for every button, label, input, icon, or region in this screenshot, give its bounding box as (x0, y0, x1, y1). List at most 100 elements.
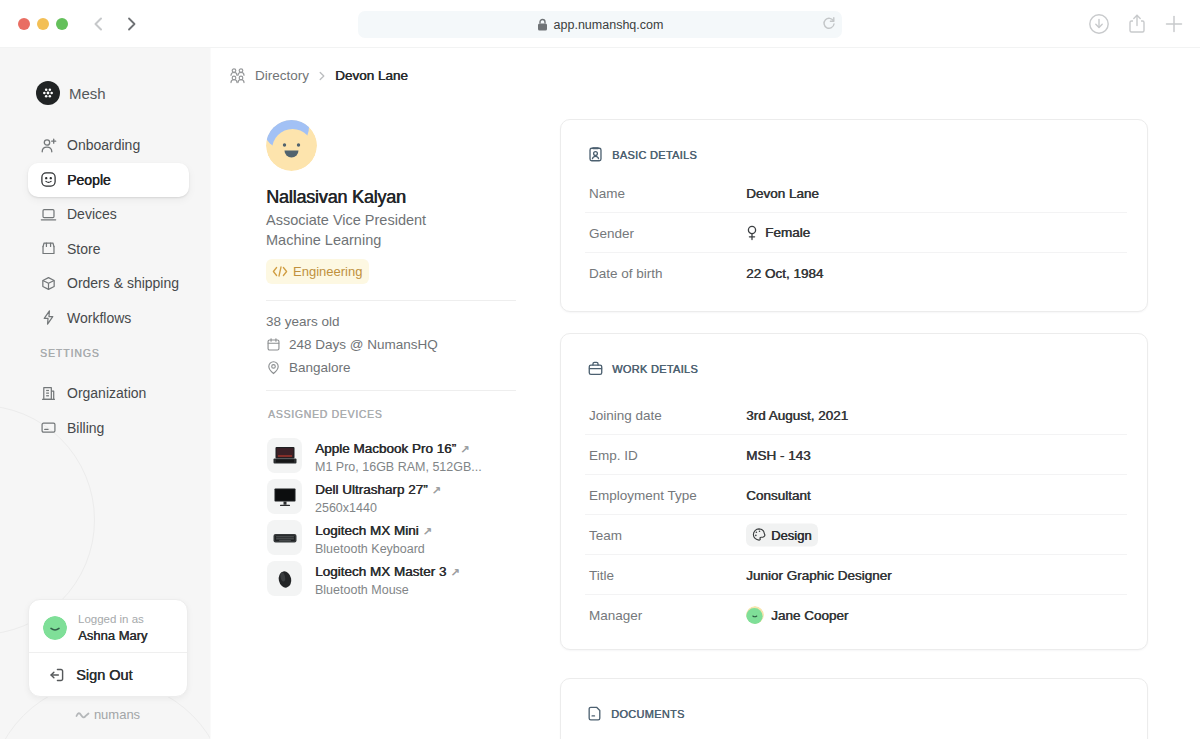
directory-icon (229, 67, 246, 84)
external-link-icon: ↗ (460, 443, 469, 455)
sidebar-item-people[interactable]: People (28, 163, 189, 198)
window-controls (18, 18, 68, 30)
breadcrumb-directory[interactable]: Directory (255, 68, 309, 83)
detail-label: Emp. ID (589, 447, 638, 462)
logged-in-as-label: Logged in as (78, 613, 144, 625)
mouse-thumbnail (267, 561, 302, 596)
device-desc: M1 Pro, 16GB RAM, 512GB... (315, 460, 482, 474)
sidebar-item-label: Store (67, 241, 100, 257)
browser-chrome: app.numanshq.com (0, 0, 1200, 48)
new-tab-button[interactable] (1164, 14, 1184, 34)
manager-avatar (746, 606, 764, 624)
age-text: 38 years old (266, 314, 340, 329)
work-details-header: WORK DETAILS (587, 360, 698, 377)
device-name: Apple Macbook Pro 16”↗ (315, 441, 469, 456)
code-icon (272, 266, 288, 277)
sidebar-item-onboarding[interactable]: Onboarding (28, 128, 189, 163)
device-item-macbook[interactable]: Apple Macbook Pro 16”↗ M1 Pro, 16GB RAM,… (267, 438, 482, 479)
sidebar-item-billing[interactable]: Billing (28, 411, 189, 446)
sidebar-item-store[interactable]: Store (28, 232, 189, 267)
basic-details-card: BASIC DETAILS Name Devon Lane Gender Fem… (560, 119, 1148, 312)
profile-title-line1: Associate Vice President (266, 211, 426, 231)
id-badge-icon (587, 146, 604, 163)
detail-row-dob: Date of birth 22 Oct, 1984 (585, 253, 1127, 293)
device-item-monitor[interactable]: Dell Ultrasharp 27”↗ 2560x1440 (267, 479, 482, 520)
detail-value: Jane Cooper (746, 606, 848, 624)
sidebar-item-label: People (67, 172, 111, 188)
work-details-title: WORK DETAILS (612, 363, 698, 375)
location-row: Bangalore (266, 356, 438, 379)
department-badge-label: Engineering (293, 264, 362, 279)
detail-value: Consultant (746, 487, 811, 502)
tenure-row: 248 Days @ NumansHQ (266, 333, 438, 356)
reload-button[interactable] (821, 16, 837, 32)
profile-title-line2: Machine Learning (266, 231, 426, 251)
basic-details-title: BASIC DETAILS (612, 149, 697, 161)
profile-meta: 38 years old 248 Days @ NumansHQ Bangalo… (266, 310, 438, 379)
macbook-thumbnail (267, 438, 302, 473)
basic-details-header: BASIC DETAILS (587, 146, 697, 163)
laptop-icon (40, 206, 57, 223)
detail-row-employment-type: Employment Type Consultant (585, 475, 1127, 515)
downloads-button[interactable] (1088, 13, 1110, 35)
briefcase-icon (587, 360, 604, 377)
sidebar-item-orders-shipping[interactable]: Orders & shipping (28, 266, 189, 301)
device-item-keyboard[interactable]: Logitech MX Mini↗ Bluetooth Keyboard (267, 520, 482, 561)
user-avatar (43, 616, 67, 640)
detail-label: Joining date (589, 407, 662, 422)
detail-label: Title (589, 567, 614, 582)
device-name: Logitech MX Mini↗ (315, 523, 432, 538)
app-logo: Mesh (36, 81, 106, 105)
department-badge[interactable]: Engineering (266, 259, 369, 284)
detail-value: Devon Lane (746, 185, 819, 200)
sign-out-icon (49, 667, 65, 683)
assigned-devices-list: Apple Macbook Pro 16”↗ M1 Pro, 16GB RAM,… (267, 438, 482, 602)
sidebar-item-label: Workflows (67, 310, 131, 326)
documents-header: DOCUMENTS (587, 705, 685, 722)
main-content: Directory Devon Lane Nallasivan Kalyan A… (211, 48, 1200, 739)
detail-row-emp-id: Emp. ID MSH - 143 (585, 435, 1127, 475)
profile-avatar (266, 120, 317, 171)
billing-card-icon (40, 419, 57, 436)
close-window-button[interactable] (18, 18, 30, 30)
share-button[interactable] (1127, 13, 1147, 35)
back-button[interactable] (90, 15, 108, 33)
monitor-thumbnail (267, 479, 302, 514)
device-desc: Bluetooth Keyboard (315, 542, 432, 556)
detail-row-team: Team Design (585, 515, 1127, 555)
package-icon (40, 275, 57, 292)
document-icon (587, 705, 603, 722)
chevron-right-icon (318, 71, 326, 81)
building-icon (40, 385, 57, 402)
detail-label: Gender (589, 225, 634, 240)
device-item-mouse[interactable]: Logitech MX Master 3↗ Bluetooth Mouse (267, 561, 482, 602)
detail-value: Female (746, 225, 810, 241)
mesh-logo-icon (36, 81, 60, 105)
documents-title: DOCUMENTS (611, 708, 685, 720)
zoom-window-button[interactable] (56, 18, 68, 30)
detail-label: Team (589, 527, 622, 542)
sidebar-item-workflows[interactable]: Workflows (28, 301, 189, 336)
sidebar-item-label: Billing (67, 420, 104, 436)
forward-button[interactable] (122, 15, 140, 33)
detail-row-title: Title Junior Graphic Designer (585, 555, 1127, 595)
female-icon (746, 225, 758, 241)
divider (266, 300, 516, 301)
sidebar-item-devices[interactable]: Devices (28, 197, 189, 232)
minimize-window-button[interactable] (37, 18, 49, 30)
breadcrumb-current: Devon Lane (335, 68, 408, 83)
detail-row-gender: Gender Female (585, 213, 1127, 253)
detail-label: Employment Type (589, 487, 697, 502)
sign-out-button[interactable]: Sign Out (29, 653, 187, 697)
detail-row-manager: Manager Jane Cooper (585, 595, 1127, 635)
location-text: Bangalore (289, 360, 351, 375)
sidebar-item-organization[interactable]: Organization (28, 376, 189, 411)
lightning-icon (40, 309, 57, 326)
detail-label: Date of birth (589, 266, 663, 281)
logged-in-user-name: Ashna Mary (78, 628, 147, 643)
detail-row-joining-date: Joining date 3rd August, 2021 (585, 395, 1127, 435)
location-pin-icon (266, 360, 281, 375)
device-desc: Bluetooth Mouse (315, 583, 460, 597)
team-badge[interactable]: Design (746, 523, 818, 546)
url-bar[interactable]: app.numanshq.com (358, 11, 842, 38)
